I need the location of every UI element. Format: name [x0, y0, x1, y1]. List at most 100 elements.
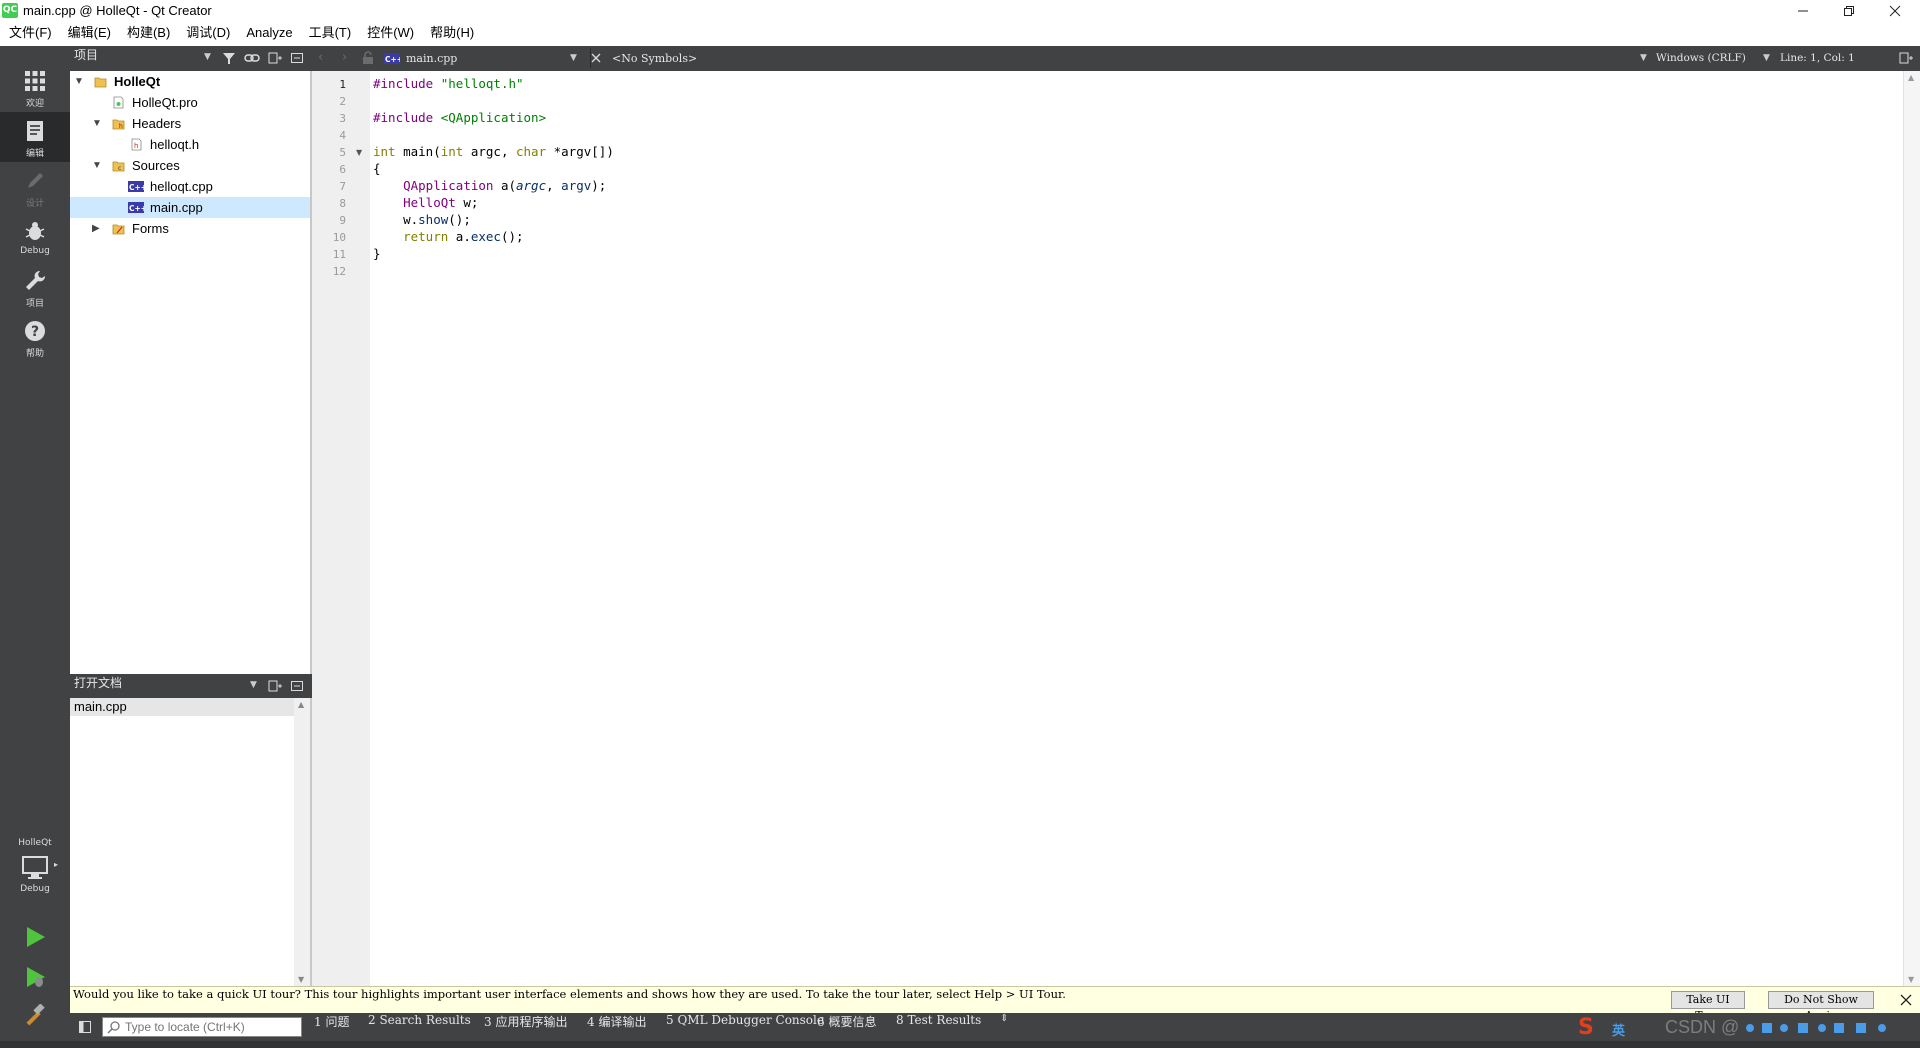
- mode-help[interactable]: ? 帮助: [0, 312, 70, 362]
- tree-item-label: main.cpp: [150, 200, 203, 215]
- chevron-down-icon[interactable]: ▼: [92, 113, 104, 134]
- menu-tools[interactable]: 工具(T): [301, 22, 360, 41]
- scroll-up-icon[interactable]: ▲: [298, 700, 304, 709]
- toggle-sidebar-icon[interactable]: [78, 1020, 92, 1034]
- editor-toolbar: ‹ › C++ main.cpp ▼ <No Symbols> ▼ Window…: [312, 46, 1920, 71]
- close-document-icon[interactable]: [590, 52, 602, 64]
- chevron-down-icon: ▼: [570, 53, 577, 63]
- tree-item-headers[interactable]: ▼ h Headers: [70, 113, 310, 134]
- sogou-ime-icon[interactable]: S: [1578, 1015, 1594, 1040]
- line-number: 5: [339, 146, 346, 159]
- kit-selector[interactable]: ▸ Debug: [0, 854, 70, 902]
- mode-label: 帮助: [25, 349, 44, 359]
- minimize-button[interactable]: [1780, 0, 1826, 22]
- tree-item-label: helloqt.cpp: [150, 179, 213, 194]
- tree-item-source-file-selected[interactable]: C++ main.cpp: [70, 197, 310, 218]
- cpp-file-icon: C++: [384, 53, 400, 64]
- chevron-down-icon[interactable]: ▼: [92, 155, 104, 176]
- line-ending-selector[interactable]: Windows (CRLF): [1656, 46, 1746, 71]
- close-banner-icon[interactable]: [1900, 994, 1912, 1006]
- line-number: 9: [339, 214, 346, 227]
- lock-icon[interactable]: [362, 51, 374, 65]
- tree-item-sources[interactable]: ▼ c Sources: [70, 155, 310, 176]
- output-tab-issues[interactable]: 1 问题: [314, 1013, 349, 1030]
- split-icon[interactable]: [268, 51, 282, 65]
- open-documents-header: 打开文档 ▼: [70, 674, 312, 698]
- line-number: 3: [339, 112, 346, 125]
- output-tab-application-output[interactable]: 3 应用程序输出: [484, 1013, 567, 1030]
- mode-label: 欢迎: [25, 99, 44, 109]
- close-pane-icon[interactable]: [290, 51, 304, 65]
- tree-item-label: HolleQt: [114, 74, 161, 89]
- split-icon[interactable]: [1899, 51, 1913, 65]
- current-file-selector[interactable]: main.cpp: [406, 46, 457, 71]
- fold-marker-icon[interactable]: ▼: [356, 148, 362, 157]
- menu-debug[interactable]: 调试(D): [178, 22, 238, 41]
- kit-arrow-icon: ▸: [54, 860, 59, 869]
- open-documents-list: main.cpp ▲ ▼: [70, 698, 310, 986]
- open-documents-scrollbar[interactable]: ▲ ▼: [294, 698, 310, 986]
- back-icon[interactable]: ‹: [318, 50, 323, 65]
- split-icon[interactable]: [268, 679, 282, 693]
- symbols-selector[interactable]: <No Symbols>: [612, 46, 697, 71]
- restore-button[interactable]: [1826, 0, 1872, 22]
- run-button[interactable]: [22, 924, 48, 950]
- close-pane-icon[interactable]: [290, 679, 304, 693]
- mode-edit[interactable]: 编辑: [0, 112, 70, 162]
- tree-item-project-root[interactable]: ▼ HolleQt: [70, 71, 310, 92]
- forward-icon[interactable]: ›: [342, 50, 347, 65]
- scroll-up-icon[interactable]: ▲: [1908, 73, 1914, 82]
- mode-projects[interactable]: 项目: [0, 262, 70, 312]
- open-document-item[interactable]: main.cpp: [70, 698, 294, 716]
- filter-icon[interactable]: [222, 51, 236, 65]
- mode-debug[interactable]: Debug: [0, 212, 70, 262]
- locator[interactable]: [102, 1017, 302, 1037]
- tree-item-source-file[interactable]: C++ helloqt.cpp: [70, 176, 310, 197]
- menu-help[interactable]: 帮助(H): [422, 22, 482, 41]
- output-tab-test-results[interactable]: 8 Test Results: [896, 1013, 981, 1027]
- qt-creator-logo-icon: QC: [2, 3, 18, 18]
- debug-run-button[interactable]: [22, 964, 48, 990]
- output-tab-compile-output[interactable]: 4 编译输出: [587, 1013, 646, 1030]
- cursor-position[interactable]: Line: 1, Col: 1: [1780, 46, 1855, 71]
- take-ui-tour-button[interactable]: Take UI Tour: [1671, 991, 1745, 1022]
- menu-analyze[interactable]: Analyze: [238, 25, 300, 40]
- more-tabs-icon[interactable]: ⇕: [1000, 1013, 1008, 1024]
- chevron-right-icon[interactable]: ▶: [92, 218, 104, 239]
- chevron-down-icon: ▼: [204, 52, 211, 62]
- menu-edit[interactable]: 编辑(E): [60, 22, 119, 41]
- output-tab-general-messages[interactable]: 6 概要信息: [817, 1013, 876, 1030]
- svg-text:C++: C++: [129, 183, 144, 192]
- window-title: main.cpp @ HolleQt - Qt Creator: [23, 3, 212, 18]
- scroll-down-icon[interactable]: ▼: [298, 975, 304, 984]
- line-number: 4: [339, 129, 346, 142]
- project-view-selector[interactable]: 项目: [74, 46, 98, 63]
- output-tab-search-results[interactable]: 2 Search Results: [368, 1013, 471, 1027]
- code-line: QApplication a(argc, argv);: [403, 178, 607, 193]
- ime-language-label[interactable]: 英: [1612, 1020, 1625, 1039]
- output-tab-qml-debugger-console[interactable]: 5 QML Debugger Console: [666, 1013, 824, 1027]
- cpp-file-icon: C++: [128, 202, 144, 213]
- build-button[interactable]: [22, 1003, 48, 1030]
- code-editor[interactable]: #include "helloqt.h" #include <QApplicat…: [373, 76, 1903, 976]
- editor-scrollbar[interactable]: ▲ ▼: [1903, 71, 1920, 986]
- cpp-file-icon: C++: [128, 181, 144, 192]
- link-icon[interactable]: [244, 51, 260, 65]
- line-number: 2: [339, 95, 346, 108]
- tree-item-forms[interactable]: ▶ Forms: [70, 218, 310, 239]
- chevron-down-icon[interactable]: ▼: [74, 71, 86, 92]
- tree-item-header-file[interactable]: h helloqt.h: [70, 134, 310, 155]
- scroll-down-icon[interactable]: ▼: [1908, 975, 1914, 984]
- menu-build[interactable]: 构建(B): [119, 22, 178, 41]
- system-tray: S 英 CSDN @: [1570, 1015, 1920, 1041]
- mode-design[interactable]: 设计: [0, 162, 70, 212]
- mode-welcome[interactable]: 欢迎: [0, 62, 70, 112]
- open-documents-title[interactable]: 打开文档: [74, 674, 122, 691]
- close-window-button[interactable]: [1872, 0, 1918, 22]
- menu-file[interactable]: 文件(F): [0, 22, 60, 41]
- menu-controls[interactable]: 控件(W): [359, 22, 422, 41]
- locator-input[interactable]: [125, 1019, 300, 1035]
- folder-icon: h: [112, 119, 125, 130]
- tree-item-pro-file[interactable]: HolleQt.pro: [70, 92, 310, 113]
- do-not-show-again-button[interactable]: Do Not Show Again: [1768, 991, 1874, 1022]
